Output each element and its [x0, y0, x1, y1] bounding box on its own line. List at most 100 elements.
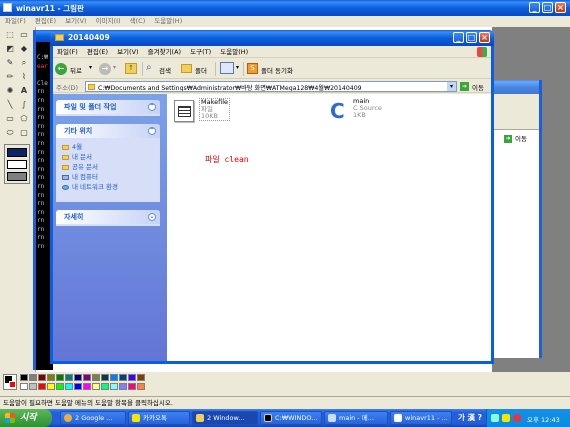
color-swatch[interactable] [65, 383, 73, 390]
chevron-down-icon[interactable]: ▾ [89, 64, 92, 71]
brush-icon[interactable]: ⌇ [19, 72, 29, 82]
start-button[interactable]: 시작 [0, 409, 52, 427]
chevron-down-icon[interactable]: ⌄ [148, 213, 156, 221]
explorer-menu-tools[interactable]: 도구(T) [190, 46, 211, 58]
taskbar-item[interactable]: winavr11 - ... [390, 411, 452, 425]
color-swatch[interactable] [65, 374, 73, 381]
up-folder-icon[interactable]: ↑ [125, 63, 137, 74]
close-button[interactable]: × [555, 2, 566, 13]
place-link-my-documents[interactable]: 내 문서 [56, 152, 160, 162]
details-header[interactable]: 자세히 ⌄ [56, 210, 160, 224]
back-button[interactable]: ← 뒤로 ▾ [55, 61, 95, 77]
other-places-header[interactable]: 기타 위치 ⌃ [56, 124, 160, 138]
fill-style-selected[interactable] [7, 148, 27, 157]
color-swatch[interactable] [38, 374, 46, 381]
tray-app-icon[interactable] [491, 414, 499, 422]
fill-style-solid[interactable] [7, 172, 27, 181]
free-select-icon[interactable]: ⬚ [5, 30, 15, 40]
file-item[interactable]: C main C Source 1KB [328, 98, 398, 124]
paint-titlebar[interactable]: winavr11 - 그림판 _ □ × [0, 0, 570, 16]
color-swatch[interactable] [83, 374, 91, 381]
explorer-menu-view[interactable]: 보기(V) [117, 46, 138, 58]
color-swatch[interactable] [83, 383, 91, 390]
fill-icon[interactable]: ◆ [19, 44, 29, 54]
magnifier-icon[interactable]: ⌕ [19, 58, 29, 68]
color-swatch[interactable] [56, 374, 64, 381]
explorer-menu-file[interactable]: 파일(F) [57, 46, 78, 58]
color-swatch[interactable] [20, 374, 28, 381]
file-list-area[interactable] [167, 94, 491, 361]
taskbar-item[interactable]: C:₩WINDO... [260, 411, 322, 425]
paint-menu-edit[interactable]: 편집(E) [35, 16, 56, 27]
taskbar-item[interactable]: 카카오톡 [128, 411, 190, 425]
taskbar-item[interactable]: 2 Window... [192, 411, 258, 425]
color-swatch[interactable] [92, 374, 100, 381]
fill-style-outline[interactable] [7, 160, 27, 169]
line-icon[interactable]: ╲ [5, 100, 15, 110]
color-swatch[interactable] [56, 383, 64, 390]
explorer-titlebar[interactable]: 20140409 _ □ × [50, 30, 494, 46]
airbrush-icon[interactable]: ✺ [5, 86, 15, 96]
color-swatch[interactable] [47, 374, 55, 381]
chevron-up-icon[interactable]: ⌃ [148, 103, 156, 111]
background-window-titlebar[interactable] [492, 80, 539, 94]
color-swatch[interactable] [137, 374, 145, 381]
color-swatch[interactable] [92, 383, 100, 390]
paint-menu-image[interactable]: 이미지(I) [96, 16, 121, 27]
file-tasks-header[interactable]: 파일 및 폴더 작업 ⌃ [56, 100, 160, 114]
place-link-shared-documents[interactable]: 공유 문서 [56, 162, 160, 172]
tray-app-icon[interactable] [513, 414, 521, 422]
views-icon[interactable] [220, 62, 234, 74]
explorer-menu-edit[interactable]: 편집(E) [87, 46, 108, 58]
explorer-maximize-button[interactable]: □ [466, 32, 477, 43]
color-swatch[interactable] [38, 383, 46, 390]
ime-indicator[interactable]: 가 漢 ? [458, 412, 482, 423]
color-swatch[interactable] [101, 374, 109, 381]
search-button[interactable]: ⌕ 검색 [146, 62, 176, 76]
folder-sync-button[interactable]: S 폴더 동기화 [247, 62, 307, 76]
polygon-icon[interactable]: ⬠ [19, 114, 29, 124]
tool-options-box[interactable] [4, 144, 30, 184]
paint-menu-color[interactable]: 색(C) [130, 16, 146, 27]
color-swatch[interactable] [47, 383, 55, 390]
folders-button[interactable]: 폴더 [181, 62, 213, 76]
explorer-menu-favorites[interactable]: 즐겨찾기(A) [148, 46, 181, 58]
address-dropdown-icon[interactable]: ▾ [447, 82, 456, 91]
current-color-box[interactable] [3, 374, 17, 390]
place-link-april[interactable]: 4월 [56, 142, 160, 152]
color-swatch[interactable] [29, 374, 37, 381]
color-swatch[interactable] [101, 383, 109, 390]
chevron-up-icon[interactable]: ⌃ [148, 127, 156, 135]
explorer-close-button[interactable]: × [479, 32, 490, 43]
color-swatch[interactable] [119, 383, 127, 390]
color-swatch[interactable] [128, 383, 136, 390]
paint-menu-help[interactable]: 도움말(H) [154, 16, 182, 27]
color-swatch[interactable] [128, 374, 136, 381]
place-link-my-computer[interactable]: 내 컴퓨터 [56, 172, 160, 182]
chevron-down-icon[interactable]: ▾ [236, 64, 239, 71]
go-button[interactable]: ➜ 이동 [460, 81, 490, 92]
explorer-menu-help[interactable]: 도움말(H) [220, 46, 248, 58]
color-swatch[interactable] [29, 383, 37, 390]
color-swatch[interactable] [74, 383, 82, 390]
text-icon[interactable]: A [19, 86, 29, 96]
background-window[interactable]: ➜ 이동 [492, 80, 542, 358]
rounded-rect-icon[interactable]: ▢ [19, 128, 29, 138]
paint-menu-file[interactable]: 파일(F) [5, 16, 26, 27]
color-swatch[interactable] [119, 374, 127, 381]
ellipse-icon[interactable]: ⬭ [5, 128, 15, 138]
background-go-button[interactable]: ➜ 이동 [504, 134, 534, 144]
explorer-minimize-button[interactable]: _ [453, 32, 464, 43]
eraser-icon[interactable]: ◩ [5, 44, 15, 54]
minimize-button[interactable]: _ [529, 2, 540, 13]
file-item[interactable]: Makefile 파일 10KB [172, 98, 242, 124]
paint-menu-view[interactable]: 보기(V) [65, 16, 86, 27]
tray-app-icon[interactable] [502, 414, 510, 422]
place-link-network[interactable]: 내 네트워크 환경 [56, 182, 160, 192]
maximize-button[interactable]: □ [542, 2, 553, 13]
forward-arrow-icon[interactable]: → [99, 63, 111, 75]
taskbar-item[interactable]: 2 Google ... [60, 411, 126, 425]
curve-icon[interactable]: ∫ [19, 100, 29, 110]
pencil-icon[interactable]: ✏ [5, 72, 15, 82]
rectangle-icon[interactable]: ▭ [5, 114, 15, 124]
